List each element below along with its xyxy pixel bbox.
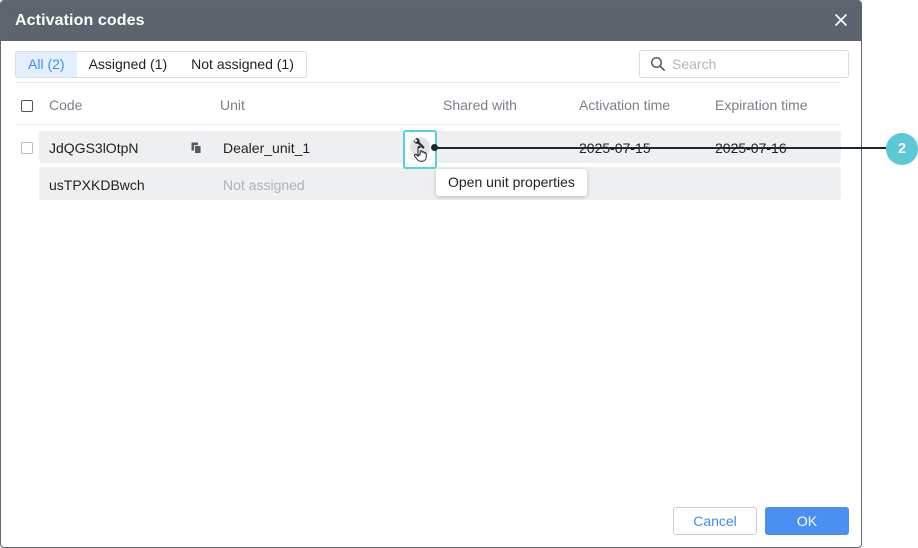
copy-icon[interactable] <box>191 142 202 154</box>
divider <box>15 82 841 83</box>
tab-not-assigned[interactable]: Not assigned (1) <box>179 52 306 77</box>
search-input[interactable] <box>672 56 842 72</box>
row-checkbox[interactable] <box>21 142 33 154</box>
column-header-shared-with: Shared with <box>443 97 517 113</box>
search-icon <box>650 56 665 71</box>
filter-tabs: All (2) Assigned (1) Not assigned (1) <box>15 51 307 78</box>
search-box <box>639 50 849 78</box>
dialog-titlebar: Activation codes <box>1 1 861 41</box>
code-cell: JdQGS3lOtpN <box>49 140 139 156</box>
close-icon[interactable] <box>833 12 849 28</box>
callout-dot <box>431 144 438 151</box>
dialog-title: Activation codes <box>15 12 145 29</box>
column-header-unit: Unit <box>220 97 245 113</box>
column-header-activation-time: Activation time <box>579 97 671 113</box>
column-header-expiration-time: Expiration time <box>715 97 808 113</box>
tab-assigned[interactable]: Assigned (1) <box>77 52 180 77</box>
divider <box>15 124 841 125</box>
callout-line <box>436 147 886 149</box>
callout-badge: 2 <box>886 133 918 165</box>
unit-cell: Not assigned <box>223 177 305 193</box>
activation-codes-dialog: Activation codes All (2) Assigned (1) No… <box>0 0 862 548</box>
code-cell: usTPXKDBwch <box>49 177 145 193</box>
select-all-checkbox[interactable] <box>21 100 33 112</box>
column-header-code: Code <box>49 97 83 113</box>
cancel-button[interactable]: Cancel <box>673 507 757 535</box>
ok-button[interactable]: OK <box>765 507 849 535</box>
wrench-icon <box>413 138 427 162</box>
tab-all[interactable]: All (2) <box>16 52 77 77</box>
tooltip: Open unit properties <box>436 169 587 196</box>
unit-cell: Dealer_unit_1 <box>223 140 311 156</box>
